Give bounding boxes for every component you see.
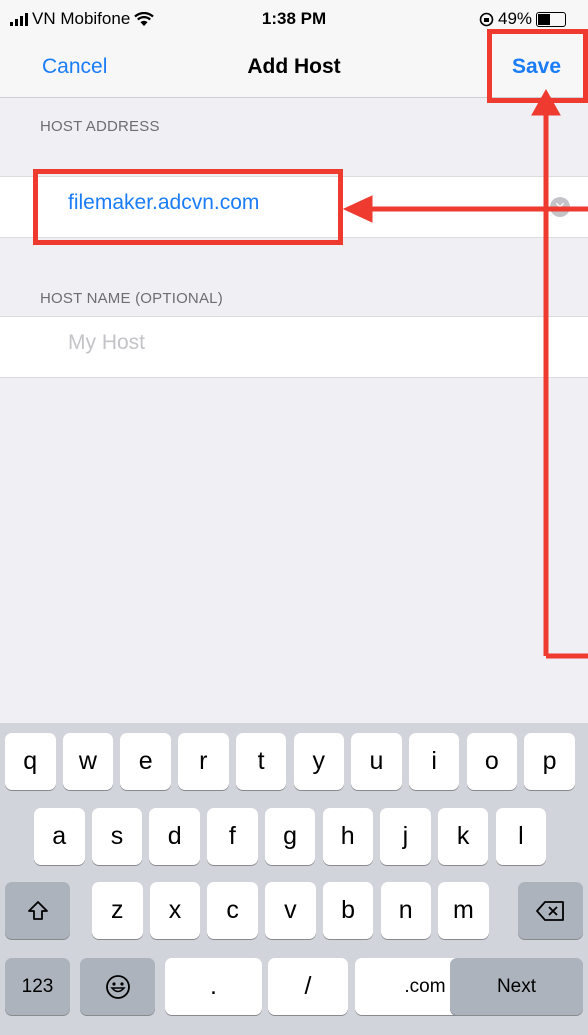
key-y[interactable]: y <box>293 733 344 790</box>
key-l[interactable]: l <box>495 808 547 865</box>
key-h[interactable]: h <box>322 808 373 865</box>
delete-key[interactable] <box>518 882 583 939</box>
key-c[interactable]: c <box>207 882 258 939</box>
key-a[interactable]: a <box>34 808 85 865</box>
key-p[interactable]: p <box>524 733 575 790</box>
key-z[interactable]: z <box>92 882 143 939</box>
key-m[interactable]: m <box>438 882 489 939</box>
shift-key[interactable] <box>5 882 70 939</box>
key-t[interactable]: t <box>235 733 287 790</box>
key-g[interactable]: g <box>264 808 316 865</box>
key-u[interactable]: u <box>351 733 402 790</box>
key-s[interactable]: s <box>91 808 143 865</box>
delete-icon <box>535 900 564 921</box>
key-o[interactable]: o <box>466 733 518 790</box>
emoji-icon <box>105 974 130 999</box>
key-v[interactable]: v <box>265 882 316 939</box>
arrow-left-head <box>342 195 373 223</box>
arrow-up-head <box>531 88 561 116</box>
numbers-key[interactable]: 123 <box>5 958 70 1015</box>
key-e[interactable]: e <box>120 733 171 790</box>
next-key[interactable]: Next <box>450 958 583 1015</box>
key-j[interactable]: j <box>380 808 431 865</box>
slash-key[interactable]: / <box>268 958 348 1015</box>
dot-key[interactable]: . <box>165 958 262 1015</box>
key-q[interactable]: q <box>5 733 56 790</box>
key-r[interactable]: r <box>178 733 229 790</box>
keyboard: qwertyuiop asdfghjkl zxcvbnm 123 . / .co… <box>0 723 588 1035</box>
emoji-key[interactable] <box>80 958 155 1015</box>
key-d[interactable]: d <box>149 808 200 865</box>
key-x[interactable]: x <box>149 882 201 939</box>
key-w[interactable]: w <box>62 733 114 790</box>
key-f[interactable]: f <box>207 808 258 865</box>
key-n[interactable]: n <box>380 882 431 939</box>
key-i[interactable]: i <box>408 733 460 790</box>
key-k[interactable]: k <box>437 808 489 865</box>
shift-icon <box>27 900 48 920</box>
key-b[interactable]: b <box>322 882 374 939</box>
